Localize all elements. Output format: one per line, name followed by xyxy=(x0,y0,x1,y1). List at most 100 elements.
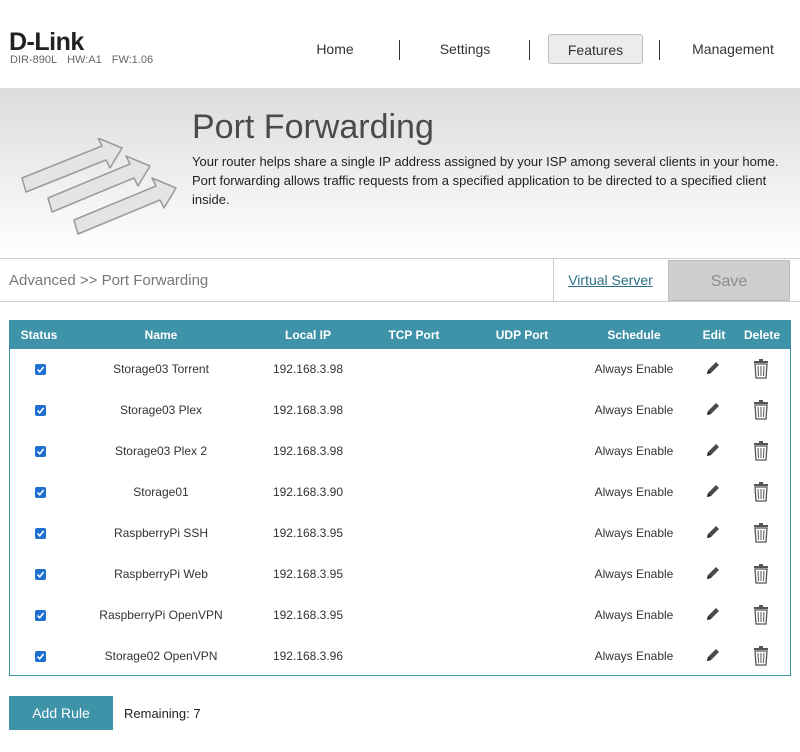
pencil-icon[interactable] xyxy=(704,359,724,379)
table-row: Storage01 192.168.3.90 Always Enable xyxy=(10,472,790,513)
add-rule-button[interactable]: Add Rule xyxy=(9,696,113,730)
rule-udp-port xyxy=(478,595,566,636)
nav-separator xyxy=(529,40,530,60)
column-name: Name xyxy=(144,328,178,342)
column-schedule: Schedule xyxy=(607,328,661,342)
rule-schedule: Always Enable xyxy=(594,649,674,663)
status-checkbox[interactable] xyxy=(35,528,46,539)
save-button[interactable]: Save xyxy=(668,260,790,301)
nav-separator xyxy=(399,40,400,60)
virtual-server-link[interactable]: Virtual Server xyxy=(553,259,667,302)
table-row: RaspberryPi SSH 192.168.3.95 Always Enable xyxy=(10,513,790,554)
rule-local-ip: 192.168.3.95 xyxy=(272,526,344,540)
table-row: Storage02 OpenVPN 192.168.3.96 Always Enab… xyxy=(10,636,790,677)
rule-schedule: Always Enable xyxy=(594,567,674,581)
trash-icon[interactable] xyxy=(753,564,773,584)
rule-name: RaspberryPi Web xyxy=(114,567,208,581)
rule-schedule: Always Enable xyxy=(594,485,674,499)
trash-icon[interactable] xyxy=(753,400,773,420)
pencil-icon[interactable] xyxy=(704,400,724,420)
rule-tcp-port xyxy=(370,390,458,431)
status-checkbox[interactable] xyxy=(35,446,46,457)
rule-local-ip: 192.168.3.98 xyxy=(272,362,344,376)
rule-name: Storage03 Torrent xyxy=(113,362,209,376)
pencil-icon[interactable] xyxy=(704,482,724,502)
rule-tcp-port xyxy=(370,431,458,472)
rule-schedule: Always Enable xyxy=(594,608,674,622)
remaining-count: Remaining: 7 xyxy=(124,706,201,721)
breadcrumb: Advanced >> Port Forwarding xyxy=(9,272,209,289)
status-checkbox[interactable] xyxy=(35,651,46,662)
fw-label: FW:1.06 xyxy=(111,54,154,66)
rule-local-ip: 192.168.3.98 xyxy=(272,444,344,458)
port-forwarding-arrows-icon xyxy=(18,137,178,243)
rule-name: Storage03 Plex 2 xyxy=(114,444,208,458)
device-info: DIR-890L HW:A1 FW:1.06 xyxy=(10,54,163,66)
rule-schedule: Always Enable xyxy=(594,403,674,417)
column-status: Status xyxy=(20,328,58,342)
rule-tcp-port xyxy=(370,472,458,513)
rule-tcp-port xyxy=(370,349,458,390)
status-checkbox[interactable] xyxy=(35,487,46,498)
column-udp-port: UDP Port xyxy=(495,328,549,342)
column-delete: Delete xyxy=(743,328,781,342)
rule-schedule: Always Enable xyxy=(594,444,674,458)
rule-udp-port xyxy=(478,554,566,595)
rule-udp-port xyxy=(478,349,566,390)
header: D-Link DIR-890L HW:A1 FW:1.06 Home Setting… xyxy=(0,0,800,88)
model-label: DIR-890L xyxy=(10,54,58,66)
pencil-icon[interactable] xyxy=(704,605,724,625)
rule-name: Storage03 Plex xyxy=(119,403,203,417)
pencil-icon[interactable] xyxy=(704,523,724,543)
rule-local-ip: 192.168.3.90 xyxy=(272,485,344,499)
pencil-icon[interactable] xyxy=(704,564,724,584)
column-tcp-port: TCP Port xyxy=(388,328,440,342)
pencil-icon[interactable] xyxy=(704,441,724,461)
table-row: RaspberryPi Web 192.168.3.95 Always Enable xyxy=(10,554,790,595)
breadcrumb-bar: Advanced >> Port Forwarding Virtual Serv… xyxy=(0,258,800,302)
trash-icon[interactable] xyxy=(753,482,773,502)
rule-udp-port xyxy=(478,472,566,513)
trash-icon[interactable] xyxy=(753,605,773,625)
status-checkbox[interactable] xyxy=(35,569,46,580)
status-checkbox[interactable] xyxy=(35,364,46,375)
rule-tcp-port xyxy=(370,595,458,636)
trash-icon[interactable] xyxy=(753,359,773,379)
pencil-icon[interactable] xyxy=(704,646,724,666)
table-row: RaspberryPi OpenVPN 192.168.3.95 Always En… xyxy=(10,595,790,636)
main-nav: Home Settings Features Management xyxy=(268,34,800,64)
rule-udp-port xyxy=(478,390,566,431)
rule-tcp-port xyxy=(370,554,458,595)
nav-separator xyxy=(659,40,660,60)
status-checkbox[interactable] xyxy=(35,405,46,416)
rule-schedule: Always Enable xyxy=(594,362,674,376)
status-checkbox[interactable] xyxy=(35,610,46,621)
trash-icon[interactable] xyxy=(753,523,773,543)
port-forwarding-table: Status Name Local IP TCP Port UDP Port S… xyxy=(9,320,791,676)
nav-management[interactable]: Management xyxy=(678,34,788,64)
rule-local-ip: 192.168.3.98 xyxy=(272,403,344,417)
rule-local-ip: 192.168.3.95 xyxy=(272,608,344,622)
rule-local-ip: 192.168.3.95 xyxy=(272,567,344,581)
nav-home[interactable]: Home xyxy=(290,34,380,64)
rule-tcp-port xyxy=(370,636,458,677)
rule-udp-port xyxy=(478,636,566,677)
column-edit: Edit xyxy=(702,328,726,342)
rule-name: Storage02 OpenVPN xyxy=(104,649,218,663)
hw-label: HW:A1 xyxy=(67,54,102,66)
trash-icon[interactable] xyxy=(753,646,773,666)
nav-settings[interactable]: Settings xyxy=(420,34,510,64)
nav-features[interactable]: Features xyxy=(548,34,643,64)
page-description: Your router helps share a single IP addr… xyxy=(192,154,779,207)
dlink-logo: D-Link xyxy=(9,28,84,56)
rule-local-ip: 192.168.3.96 xyxy=(272,649,344,663)
rule-schedule: Always Enable xyxy=(594,526,674,540)
column-local-ip: Local IP xyxy=(284,328,331,342)
trash-icon[interactable] xyxy=(753,441,773,461)
page-title: Port Forwarding xyxy=(192,108,434,146)
rule-name: RaspberryPi SSH xyxy=(113,526,209,540)
table-row: Storage03 Plex 2 192.168.3.98 Always Enabl… xyxy=(10,431,790,472)
rule-tcp-port xyxy=(370,513,458,554)
page-banner: Port Forwarding Your router helps share … xyxy=(0,88,800,258)
table-row: Storage03 Torrent 192.168.3.98 Always Enab… xyxy=(10,349,790,390)
